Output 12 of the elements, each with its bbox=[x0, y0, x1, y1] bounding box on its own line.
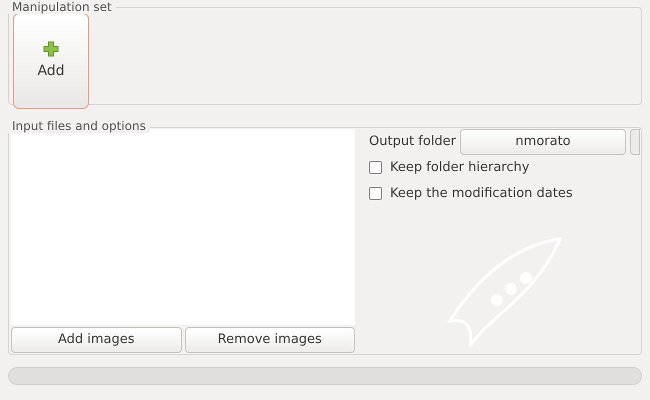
section-title: Input files and options bbox=[8, 119, 150, 133]
checkbox-label: Keep the modification dates bbox=[390, 184, 573, 202]
folder-chooser-button[interactable]: nmorato bbox=[460, 129, 626, 155]
plus-icon bbox=[43, 40, 59, 56]
checkbox-label: Keep folder hierarchy bbox=[390, 159, 530, 177]
list-action-button[interactable]: Add images bbox=[11, 327, 182, 353]
section-title: Manipulation set bbox=[8, 0, 116, 14]
checkbox[interactable] bbox=[369, 186, 382, 200]
list-action-button[interactable]: Remove images bbox=[184, 327, 355, 353]
add-button[interactable]: Add bbox=[13, 13, 89, 109]
checkbox[interactable] bbox=[369, 161, 382, 174]
output-folder-label: Output folder bbox=[369, 133, 456, 152]
